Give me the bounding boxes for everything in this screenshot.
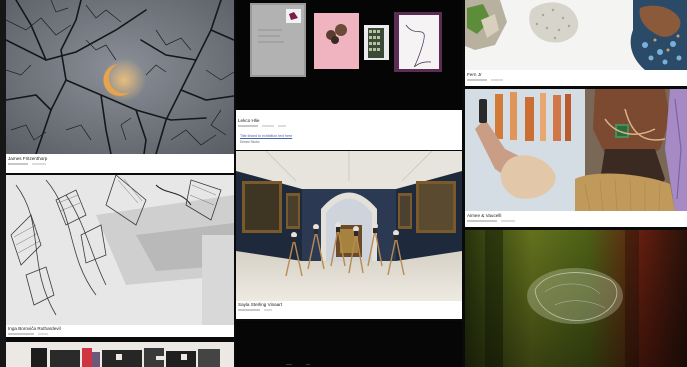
- artwork-image-moon-branches[interactable]: [6, 0, 234, 154]
- artwork-image-dark[interactable]: [236, 321, 462, 367]
- artwork-card-painting-figures[interactable]: Aimee & Vaucelli: [465, 89, 687, 227]
- artwork-caption[interactable]: James Fritzenthorp: [8, 156, 47, 161]
- artwork-card-ceramics[interactable]: Fern Jr: [465, 0, 687, 86]
- artwork-meta-bar: [467, 220, 497, 222]
- artwork-card-gallery-installation[interactable]: Sayla Sterling Vinaart: [236, 151, 462, 319]
- artwork-card-publications[interactable]: [236, 0, 462, 117]
- artwork-meta-bar: [264, 309, 272, 311]
- artwork-card-green-abstract[interactable]: [465, 230, 687, 367]
- artwork-meta-bar: [32, 163, 46, 165]
- artwork-caption[interactable]: Fern Jr: [467, 72, 482, 77]
- artwork-link[interactable]: Title linked to exhibition text here: [240, 134, 292, 138]
- gallery-column-3: Fern Jr Aimee & Vaucelli: [465, 0, 687, 367]
- artwork-card-dark[interactable]: [236, 321, 462, 367]
- artwork-card-pixel[interactable]: [6, 342, 234, 367]
- artwork-meta-bar: [8, 333, 34, 335]
- artwork-meta-bar: [238, 125, 258, 127]
- gallery-column-1: James Fritzenthorp Inga Boroviča Ruthard…: [6, 0, 234, 367]
- artwork-meta-bar: [262, 125, 274, 127]
- artwork-card-moon-branches[interactable]: James Fritzenthorp: [6, 0, 234, 173]
- artwork-caption[interactable]: Aimee & Vaucelli: [467, 213, 501, 218]
- artwork-meta-bar: [38, 333, 48, 335]
- artwork-image-line-drawing[interactable]: [6, 175, 234, 325]
- artwork-image-pixel[interactable]: [6, 342, 234, 367]
- artwork-meta-bar: [501, 220, 515, 222]
- artwork-caption[interactable]: Inga Boroviča Ruthardevil: [8, 326, 61, 331]
- artwork-meta-bar: [238, 309, 260, 311]
- artwork-image-painting-figures[interactable]: [465, 89, 687, 211]
- artwork-image-green-abstract[interactable]: [465, 230, 687, 367]
- artwork-caption-panel: Lekco Hlie Title linked to exhibition te…: [236, 117, 462, 150]
- artwork-caption[interactable]: Lekco Hlie: [238, 118, 259, 123]
- gallery-column-2: Lekco Hlie Title linked to exhibition te…: [236, 0, 462, 367]
- artwork-image-publications[interactable]: [236, 0, 462, 117]
- artwork-meta-bar: [491, 79, 503, 81]
- artwork-image-ceramics[interactable]: [465, 0, 687, 70]
- artwork-image-gallery-installation[interactable]: [236, 151, 462, 301]
- artwork-meta-bar: [278, 125, 286, 127]
- gallery-page: James Fritzenthorp Inga Boroviča Ruthard…: [0, 0, 687, 367]
- artwork-card-line-drawing[interactable]: Inga Boroviča Ruthardevil: [6, 175, 234, 337]
- artwork-meta-bar: [8, 163, 28, 165]
- artwork-caption[interactable]: Sayla Sterling Vinaart: [238, 302, 282, 307]
- artwork-note: Dream Studio: [240, 140, 260, 144]
- artwork-meta-bar: [467, 79, 487, 81]
